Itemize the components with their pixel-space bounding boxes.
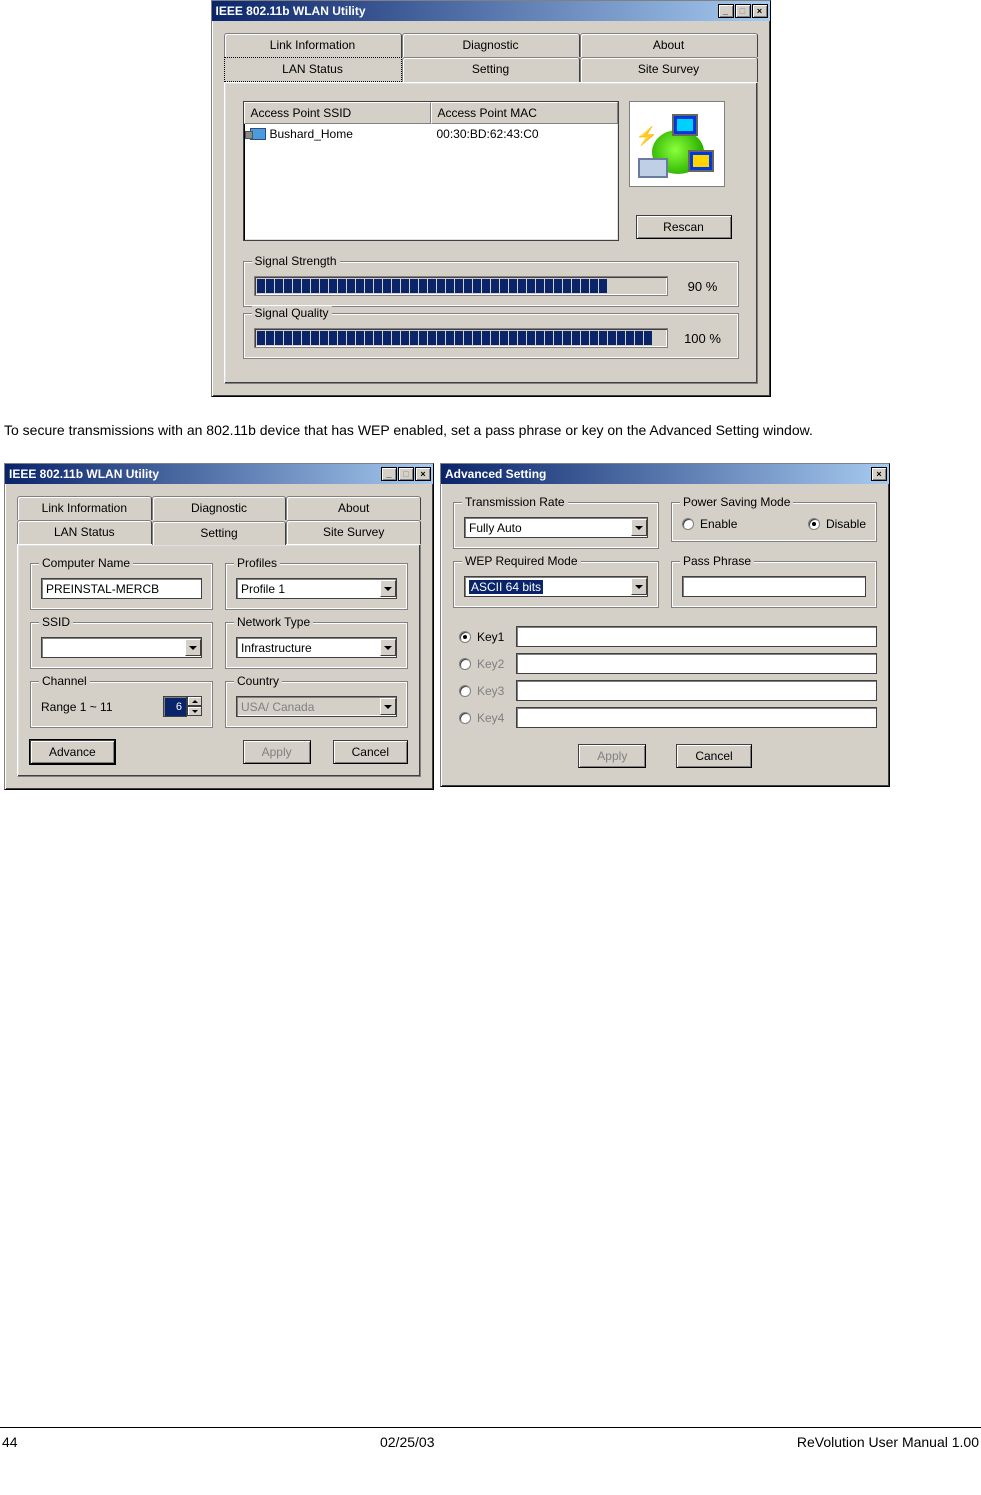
transmission-rate-dropdown[interactable]: Fully Auto <box>464 517 648 538</box>
access-point-list[interactable]: Access Point SSID Access Point MAC Busha… <box>243 101 619 241</box>
body-paragraph: To secure transmissions with an 802.11b … <box>4 421 977 439</box>
spinner-down[interactable] <box>187 706 202 716</box>
profiles-label: Profiles <box>234 556 280 570</box>
page-footer: 44 02/25/03 ReVolution User Manual 1.00 <box>0 1427 981 1450</box>
key4-field[interactable] <box>516 707 877 728</box>
col-ap-ssid[interactable]: Access Point SSID <box>244 102 431 124</box>
access-point-icon <box>250 128 266 140</box>
titlebar: Advanced Setting × <box>441 464 889 484</box>
chevron-down-icon <box>380 639 396 656</box>
signal-quality-bar <box>254 328 668 348</box>
apply-button[interactable]: Apply <box>578 744 646 768</box>
network-illustration: ⚡ <box>629 101 725 187</box>
tab-link-information[interactable]: Link Information <box>224 33 402 57</box>
tab-setting[interactable]: Setting <box>402 57 580 82</box>
titlebar: IEEE 802.11b WLAN Utility _ □ × <box>5 464 433 484</box>
country-label: Country <box>234 674 282 688</box>
signal-quality-value: 100 % <box>678 331 728 346</box>
col-ap-mac[interactable]: Access Point MAC <box>431 102 618 124</box>
tab-diagnostic[interactable]: Diagnostic <box>402 33 580 57</box>
advance-button[interactable]: Advance <box>30 740 115 764</box>
ap-mac: 00:30:BD:62:43:C0 <box>431 124 618 144</box>
cancel-button[interactable]: Cancel <box>333 740 408 764</box>
footer-manual: ReVolution User Manual 1.00 <box>797 1434 979 1450</box>
chevron-down-icon <box>380 580 396 597</box>
tab-about[interactable]: About <box>580 33 758 57</box>
psm-enable-radio[interactable]: Enable <box>682 517 737 531</box>
computer-name-label: Computer Name <box>39 556 133 570</box>
chevron-down-icon <box>380 698 396 715</box>
signal-strength-label: Signal Strength <box>252 254 340 268</box>
spinner-up[interactable] <box>187 696 202 706</box>
window-title: IEEE 802.11b WLAN Utility <box>216 4 366 18</box>
signal-strength-value: 90 % <box>678 279 728 294</box>
power-saving-mode-label: Power Saving Mode <box>680 495 793 509</box>
window-setting: IEEE 802.11b WLAN Utility _ □ × Link Inf… <box>4 463 434 790</box>
tab-diagnostic[interactable]: Diagnostic <box>152 496 287 520</box>
chevron-down-icon <box>631 519 647 536</box>
close-button[interactable]: × <box>871 467 887 481</box>
profiles-dropdown[interactable]: Profile 1 <box>236 578 397 599</box>
chevron-down-icon <box>631 578 647 595</box>
pass-phrase-field[interactable] <box>682 576 866 597</box>
channel-label: Channel <box>39 674 90 688</box>
tab-about[interactable]: About <box>286 496 421 520</box>
maximize-button[interactable]: □ <box>735 4 751 18</box>
close-button[interactable]: × <box>752 4 768 18</box>
key2-field[interactable] <box>516 653 877 674</box>
key4-radio[interactable]: Key4 <box>459 711 504 725</box>
wep-mode-label: WEP Required Mode <box>462 554 581 568</box>
close-button[interactable]: × <box>415 467 431 481</box>
key3-field[interactable] <box>516 680 877 701</box>
country-dropdown: USA/ Canada <box>236 696 397 717</box>
tab-site-survey[interactable]: Site Survey <box>580 57 758 82</box>
window-advanced-setting: Advanced Setting × Transmission Rate Ful… <box>440 463 890 787</box>
window-lan-status: IEEE 802.11b WLAN Utility _ □ × Link Inf… <box>211 0 771 397</box>
ap-ssid: Bushard_Home <box>270 127 353 141</box>
signal-strength-bar <box>254 276 668 296</box>
window-title: IEEE 802.11b WLAN Utility <box>9 467 159 481</box>
network-type-dropdown[interactable]: Infrastructure <box>236 637 397 658</box>
computer-name-field[interactable]: PREINSTAL-MERCB <box>41 578 202 599</box>
titlebar: IEEE 802.11b WLAN Utility _ □ × <box>212 1 770 21</box>
wep-mode-dropdown[interactable]: ASCII 64 bits <box>464 576 648 597</box>
tab-lan-status[interactable]: LAN Status <box>224 57 402 82</box>
cancel-button[interactable]: Cancel <box>676 744 751 768</box>
tab-link-information[interactable]: Link Information <box>17 496 152 520</box>
minimize-button[interactable]: _ <box>381 467 397 481</box>
ssid-label: SSID <box>39 615 73 629</box>
tab-lan-status[interactable]: LAN Status <box>17 520 152 544</box>
minimize-button[interactable]: _ <box>718 4 734 18</box>
apply-button[interactable]: Apply <box>243 740 311 764</box>
chevron-down-icon <box>185 639 201 656</box>
transmission-rate-label: Transmission Rate <box>462 495 568 509</box>
key1-radio[interactable]: Key1 <box>459 630 504 644</box>
tab-site-survey[interactable]: Site Survey <box>286 520 421 544</box>
signal-quality-label: Signal Quality <box>252 306 332 320</box>
footer-date: 02/25/03 <box>380 1434 435 1450</box>
network-type-label: Network Type <box>234 615 313 629</box>
tab-setting[interactable]: Setting <box>152 521 287 545</box>
key3-radio[interactable]: Key3 <box>459 684 504 698</box>
rescan-button[interactable]: Rescan <box>636 215 732 239</box>
psm-disable-radio[interactable]: Disable <box>808 517 866 531</box>
maximize-button[interactable]: □ <box>398 467 414 481</box>
channel-spinner[interactable]: 6 <box>163 696 202 717</box>
pass-phrase-label: Pass Phrase <box>680 554 754 568</box>
key2-radio[interactable]: Key2 <box>459 657 504 671</box>
channel-range-label: Range 1 ~ 11 <box>41 700 113 714</box>
ssid-dropdown[interactable] <box>41 637 202 658</box>
window-title: Advanced Setting <box>445 467 546 481</box>
footer-page-number: 44 <box>2 1434 18 1450</box>
list-item[interactable]: Bushard_Home 00:30:BD:62:43:C0 <box>244 124 618 144</box>
key1-field[interactable] <box>516 626 877 647</box>
